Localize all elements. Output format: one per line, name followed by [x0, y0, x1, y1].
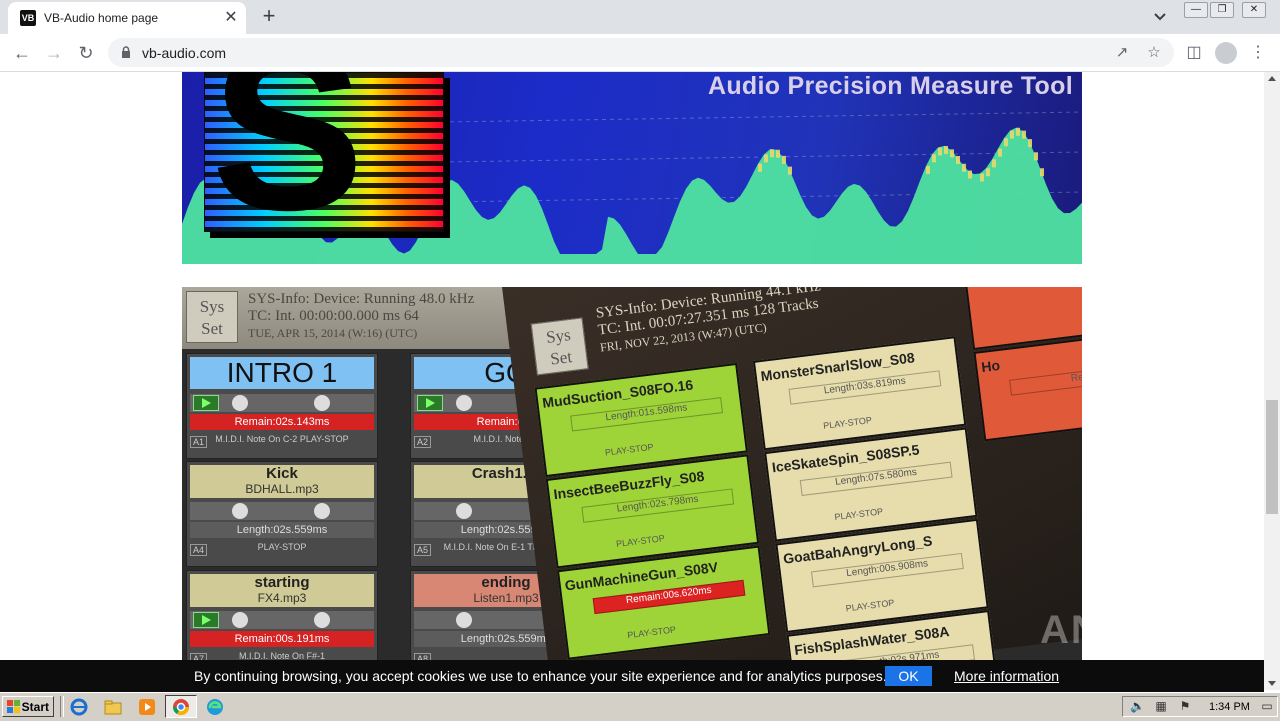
action-center-flag-icon[interactable]: ⚑ — [1178, 699, 1192, 713]
play-icon — [417, 395, 443, 411]
sampler-cell: Kick BDHALL.mp3 Length:02s.559ms A4 PLAY-… — [186, 461, 378, 567]
sysinfo-text: SYS-Info: Device: Running 48.0 kHz TC: I… — [248, 291, 475, 340]
volume-icon[interactable]: 🔈 — [1130, 699, 1145, 713]
minimize-window-icon[interactable]: — — [1184, 2, 1208, 18]
settings-gear-icon — [456, 503, 472, 519]
bookmark-star-icon[interactable]: ☆ — [1145, 44, 1163, 62]
settings-gear-icon — [456, 612, 472, 628]
menu-kebab-icon[interactable]: ⋮ — [1247, 42, 1269, 64]
url-text[interactable]: vb-audio.com — [142, 45, 226, 61]
anyrun-watermark: ANY RUN — [1040, 608, 1236, 652]
edge-icon[interactable] — [206, 698, 224, 716]
settings-gear-icon — [232, 612, 248, 628]
share-icon[interactable]: ↗ — [1113, 44, 1131, 62]
page-scrollbar[interactable] — [1264, 72, 1280, 690]
back-arrow-icon[interactable]: ← — [11, 42, 33, 64]
browser-toolbar: ← → ↻ vb-audio.com ↗ ☆ ◫ ⋮ — [0, 34, 1280, 72]
taskbar-clock[interactable]: 1:34 PM — [1209, 701, 1250, 713]
banner-title: Audio Precision Measure Tool — [708, 72, 1073, 100]
chrome-taskbar-button[interactable] — [165, 695, 197, 718]
spectrum-logo-icon: S — [204, 72, 444, 245]
audio-precision-banner[interactable]: S Audio Precision Measure Tool — [182, 72, 1082, 264]
new-tab-button[interactable]: + — [258, 5, 280, 28]
side-panel-icon[interactable]: ◫ — [1183, 42, 1205, 64]
sys-set-button: Sys Set — [186, 291, 238, 343]
settings-gear-icon — [456, 395, 472, 411]
start-button[interactable]: Start — [2, 696, 54, 717]
lock-icon — [122, 46, 130, 58]
tab-strip: VB VB-Audio home page ✕ + — ❐ ✕ — [0, 0, 1280, 34]
scroll-down-arrow-icon[interactable] — [1268, 681, 1276, 686]
play-icon — [193, 612, 219, 628]
chrome-icon — [172, 699, 190, 716]
media-player-icon[interactable] — [138, 698, 156, 716]
reload-icon[interactable]: ↻ — [75, 42, 97, 64]
tab-title: VB-Audio home page — [44, 11, 159, 25]
close-window-icon[interactable]: ✕ — [1242, 2, 1266, 18]
settings-gear-icon — [314, 612, 330, 628]
vb-audio-favicon-icon: VB — [20, 10, 36, 26]
page-viewport: S Audio Precision Measure Tool Sys Set S… — [0, 72, 1264, 660]
show-desktop-icon[interactable]: ▭ — [1260, 699, 1274, 713]
restore-window-icon[interactable]: ❐ — [1210, 2, 1234, 18]
cookie-consent-bar: By continuing browsing, you accept cooki… — [0, 660, 1264, 692]
play-icon — [193, 395, 219, 411]
address-bar[interactable]: vb-audio.com ↗ ☆ — [108, 38, 1174, 67]
settings-gear-icon — [232, 503, 248, 519]
cookie-ok-button[interactable]: OK — [885, 666, 932, 686]
system-tray — [1122, 696, 1278, 717]
sampler-product-image[interactable]: Sys Set SYS-Info: Device: Running 48.0 k… — [182, 287, 1082, 660]
settings-gear-icon — [232, 395, 248, 411]
tab-search-chevron-icon[interactable] — [1150, 8, 1170, 26]
sampler-cell: starting FX4.mp3 Remain:00s.191ms A7 M.I.… — [186, 570, 378, 660]
scroll-thumb[interactable] — [1266, 400, 1278, 514]
profile-avatar-icon[interactable] — [1215, 42, 1237, 64]
windows-taskbar: Start 🔈 ▦ ⚑ 1:34 PM ▭ — [0, 692, 1280, 721]
cookie-message: By continuing browsing, you accept cooki… — [194, 668, 887, 684]
tab-close-icon[interactable]: ✕ — [222, 9, 240, 27]
forward-arrow-icon[interactable]: → — [43, 42, 65, 64]
internet-explorer-icon[interactable] — [70, 698, 88, 716]
file-explorer-folder-icon[interactable] — [104, 698, 122, 716]
windows-logo-icon — [7, 700, 20, 713]
browser-tab[interactable]: VB VB-Audio home page ✕ — [8, 2, 246, 34]
network-icon[interactable]: ▦ — [1154, 699, 1168, 713]
tilted-sampler-panel: Sys Set SYS-Info: Device: Running 44.1 k… — [502, 287, 1082, 660]
taskbar-separator — [60, 696, 64, 717]
settings-gear-icon — [314, 395, 330, 411]
scroll-up-arrow-icon[interactable] — [1268, 76, 1276, 81]
settings-gear-icon — [314, 503, 330, 519]
sampler-cell: INTRO 1 Remain:02s.143ms A1 M.I.D.I. Not… — [186, 353, 378, 459]
more-information-link[interactable]: More information — [954, 668, 1059, 684]
